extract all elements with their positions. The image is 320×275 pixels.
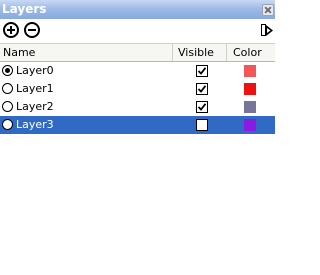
layer-row[interactable]: Layer0	[0, 62, 275, 80]
layer-name: Layer2	[16, 100, 54, 113]
layer-visible-cell	[172, 80, 226, 98]
visible-checkbox[interactable]	[196, 83, 208, 95]
close-icon[interactable]	[262, 4, 274, 16]
window-title: Layers	[2, 2, 47, 16]
title-bar[interactable]: Layers	[0, 0, 275, 19]
layer-row[interactable]: Layer1	[0, 80, 275, 98]
layer-color-cell	[226, 98, 275, 116]
active-layer-radio[interactable]	[2, 83, 13, 94]
layer-list: Layer0 Layer1 Layer2 Layer3	[0, 62, 275, 134]
layer-name: Layer0	[16, 64, 54, 77]
visible-checkbox[interactable]	[196, 65, 208, 77]
column-header: Name Visible Color	[0, 43, 275, 62]
layer-color-swatch[interactable]	[244, 119, 256, 131]
active-layer-radio[interactable]	[2, 101, 13, 112]
layer-name-cell: Layer1	[0, 80, 172, 98]
layer-name: Layer3	[16, 118, 54, 131]
layer-color-cell	[226, 62, 275, 80]
layer-color-swatch[interactable]	[244, 65, 256, 77]
active-layer-radio[interactable]	[2, 65, 13, 76]
layer-visible-cell	[172, 62, 226, 80]
layer-color-cell	[226, 116, 275, 134]
details-arrow-icon[interactable]	[259, 22, 275, 39]
column-header-visible[interactable]: Visible	[172, 44, 226, 61]
layer-visible-cell	[172, 116, 226, 134]
active-layer-radio[interactable]	[2, 119, 13, 130]
layer-name: Layer1	[16, 82, 54, 95]
layer-row[interactable]: Layer2	[0, 98, 275, 116]
column-header-name[interactable]: Name	[0, 44, 172, 61]
column-header-color[interactable]: Color	[226, 44, 275, 61]
layers-window: Layers Name Visible Color Layer0 Layer1 …	[0, 0, 275, 275]
layer-name-cell: Layer2	[0, 98, 172, 116]
visible-checkbox[interactable]	[196, 101, 208, 113]
layer-color-cell	[226, 80, 275, 98]
layer-visible-cell	[172, 98, 226, 116]
layer-name-cell: Layer0	[0, 62, 172, 80]
toolbar	[0, 19, 275, 43]
layer-color-swatch[interactable]	[244, 101, 256, 113]
add-layer-button[interactable]	[3, 22, 19, 38]
visible-checkbox[interactable]	[196, 119, 208, 131]
layer-name-cell: Layer3	[0, 116, 172, 134]
layer-color-swatch[interactable]	[244, 83, 256, 95]
layer-row[interactable]: Layer3	[0, 116, 275, 134]
remove-layer-button[interactable]	[24, 22, 40, 38]
